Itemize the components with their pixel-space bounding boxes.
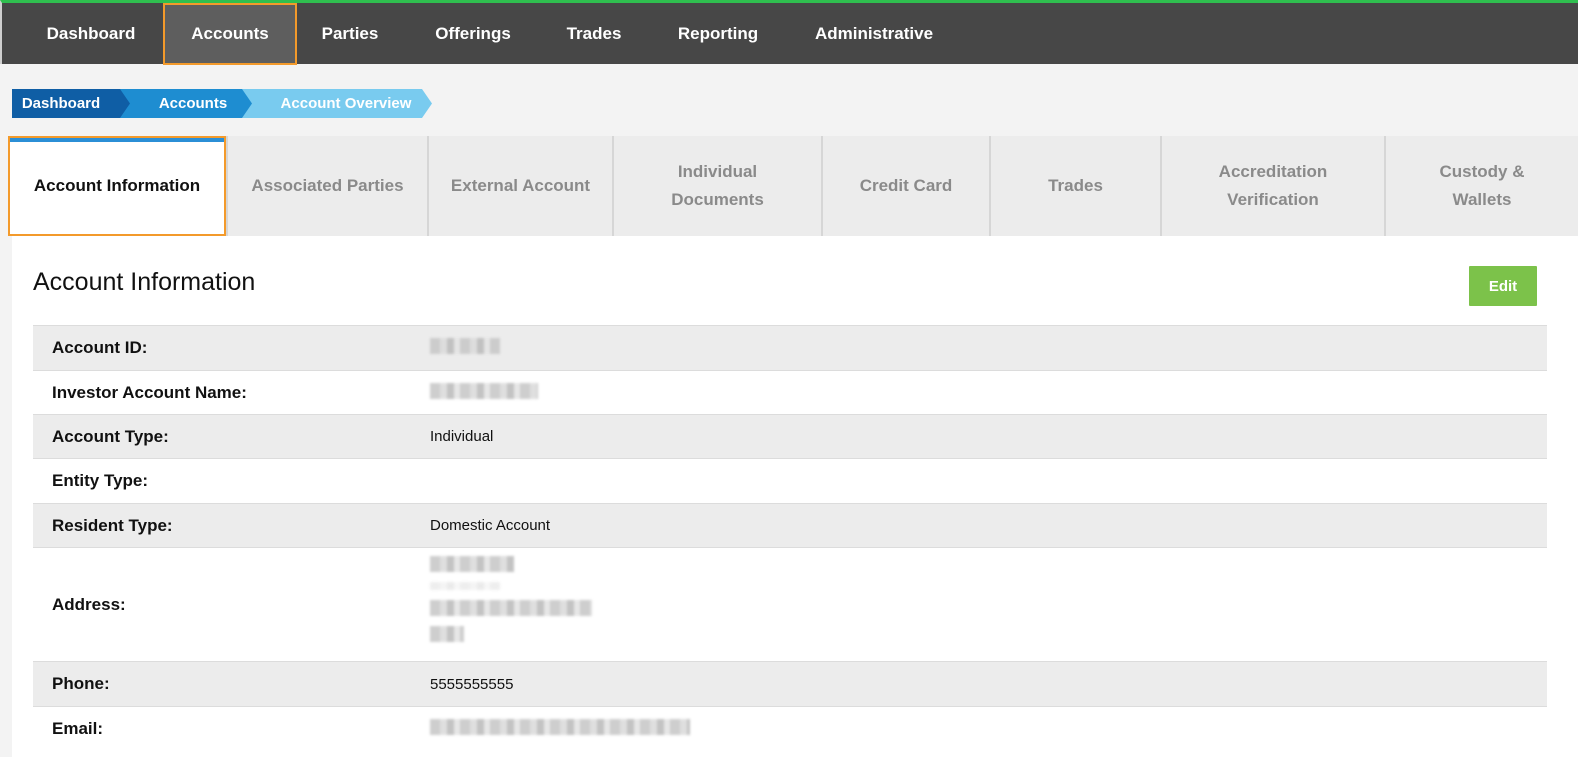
investor-account-name-value bbox=[430, 382, 538, 403]
panel-title: Account Information bbox=[33, 268, 256, 296]
field-label: Phone: bbox=[52, 674, 110, 693]
tab-label-line2: Verification bbox=[1227, 190, 1319, 209]
account-type-value: Individual bbox=[430, 428, 494, 445]
edit-button[interactable]: Edit bbox=[1469, 266, 1537, 306]
field-label: Email: bbox=[52, 718, 104, 738]
nav-item-parties[interactable]: Parties bbox=[307, 3, 393, 64]
breadcrumb-account-overview[interactable]: Account Overview bbox=[242, 89, 432, 118]
row-investor-account-name: Investor Account Name: bbox=[33, 370, 1547, 414]
field-label: Resident Type: bbox=[52, 515, 173, 535]
tab-label-line2: Wallets bbox=[1452, 190, 1512, 209]
address-value bbox=[430, 556, 592, 652]
tab-credit-card[interactable]: Credit Card bbox=[821, 136, 989, 236]
account-tabs: Associated Parties External Account Indi… bbox=[0, 136, 1578, 236]
top-navigation-bar: Dashboard Accounts Parties Offerings Tra… bbox=[0, 0, 1578, 65]
field-label: Account ID: bbox=[52, 338, 148, 357]
tab-label-line1: Individual bbox=[677, 162, 758, 181]
field-label: Investor Account Name: bbox=[52, 382, 247, 402]
nav-item-dashboard[interactable]: Dashboard bbox=[30, 3, 152, 64]
field-label: Account Type: bbox=[52, 426, 169, 446]
tab-label: Trades bbox=[1048, 176, 1103, 195]
row-email: Email: bbox=[33, 706, 1547, 750]
breadcrumb-accounts[interactable]: Accounts bbox=[120, 89, 254, 118]
phone-value: 5555555555 bbox=[430, 675, 514, 693]
row-account-id: Account ID: bbox=[33, 325, 1547, 370]
nav-item-offerings[interactable]: Offerings bbox=[422, 3, 524, 64]
tab-label-line1: Accreditation bbox=[1218, 162, 1328, 181]
tab-associated-parties[interactable]: Associated Parties bbox=[226, 136, 427, 236]
breadcrumb-dashboard[interactable]: Dashboard bbox=[12, 89, 132, 118]
tab-individual-documents[interactable]: Individual Documents bbox=[612, 136, 821, 236]
tab-accreditation-verification[interactable]: Accreditation Verification bbox=[1160, 136, 1384, 236]
tab-trades[interactable]: Trades bbox=[989, 136, 1160, 236]
account-information-panel: Account Information Edit Account ID: Inv… bbox=[12, 236, 1578, 757]
tab-label-line1: Custody & bbox=[1439, 162, 1525, 181]
email-value bbox=[430, 718, 690, 739]
tab-label: External Account bbox=[450, 176, 591, 195]
resident-type-value: Domestic Account bbox=[430, 517, 551, 534]
tab-account-information[interactable]: Account Information bbox=[8, 136, 226, 236]
row-phone: Phone: 5555555555 bbox=[33, 661, 1547, 706]
tab-label-line2: Documents bbox=[671, 190, 764, 209]
field-label: Entity Type: bbox=[52, 471, 149, 490]
account-id-value bbox=[430, 338, 500, 358]
row-account-type: Account Type: Individual bbox=[33, 414, 1547, 458]
account-details-table: Account ID: Investor Account Name: Accou… bbox=[33, 325, 1547, 750]
row-address: Address: bbox=[33, 547, 1547, 661]
row-entity-type: Entity Type: bbox=[33, 458, 1547, 503]
nav-item-administrative[interactable]: Administrative bbox=[801, 3, 947, 64]
tab-label: Associated Parties bbox=[251, 176, 404, 195]
nav-item-reporting[interactable]: Reporting bbox=[664, 3, 772, 64]
field-label: Address: bbox=[52, 594, 126, 614]
tab-label: Account Information bbox=[33, 176, 201, 195]
nav-item-accounts[interactable]: Accounts bbox=[163, 3, 297, 65]
tab-external-account[interactable]: External Account bbox=[427, 136, 612, 236]
tab-custody-wallets[interactable]: Custody & Wallets bbox=[1384, 136, 1578, 236]
tab-label: Credit Card bbox=[859, 176, 953, 195]
nav-item-trades[interactable]: Trades bbox=[553, 3, 635, 64]
row-resident-type: Resident Type: Domestic Account bbox=[33, 503, 1547, 547]
